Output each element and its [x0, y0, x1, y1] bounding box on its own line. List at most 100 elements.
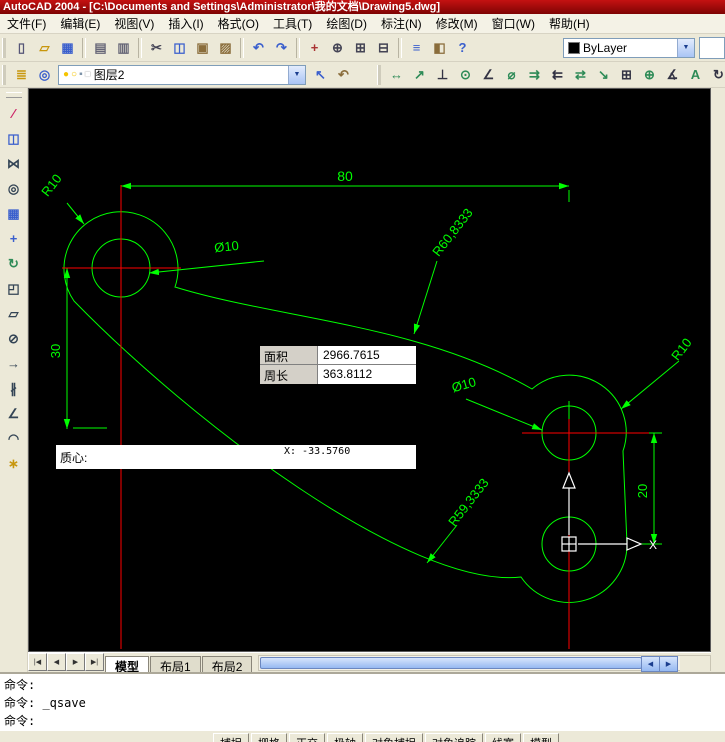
new-button[interactable]: ▯ [10, 36, 33, 59]
offset-button[interactable]: ◎ [2, 177, 25, 200]
pan-button[interactable]: + [303, 36, 326, 59]
dia-left-leader[interactable] [148, 260, 265, 276]
dim-angular-button[interactable]: ∠ [477, 63, 500, 86]
dim-radius-button[interactable]: ⊙ [454, 63, 477, 86]
menu-item[interactable]: 文件(F) [0, 13, 53, 34]
dim-aligned-button[interactable]: ↗ [408, 63, 431, 86]
dim-30-text[interactable]: 30 [48, 344, 63, 358]
title-bar[interactable]: AutoCAD 2004 - [C:\Documents and Setting… [0, 0, 725, 14]
layer-previous-button[interactable]: ↶ [332, 63, 355, 86]
tab-nav-first-button[interactable]: |◀ [28, 653, 47, 671]
layer-states-button[interactable]: ◎ [33, 63, 56, 86]
redo-button[interactable]: ↷ [270, 36, 293, 59]
trim-button[interactable]: ⊘ [2, 327, 25, 350]
command-window[interactable]: 命令: 命令: _qsave 命令: [0, 672, 725, 730]
tab-布局2[interactable]: 布局2 [201, 656, 253, 674]
dia-right-leader[interactable] [465, 398, 543, 431]
scrollbar-thumb[interactable] [260, 657, 642, 669]
chevron-down-icon[interactable]: ▼ [677, 38, 694, 57]
quick-dimension-button[interactable]: ⇉ [523, 63, 546, 86]
radius-r10-tl-text[interactable]: R10 [38, 171, 65, 199]
dimension-text-edit-button[interactable]: A [684, 63, 707, 86]
move-button[interactable]: + [2, 227, 25, 250]
tab-模型[interactable]: 模型 [105, 656, 150, 674]
paste-button[interactable]: ▣ [191, 36, 214, 59]
dim-linear-button[interactable]: ↔ [385, 63, 408, 86]
dim-ordinate-button[interactable]: ⊥ [431, 63, 454, 86]
linetype-control-partial[interactable] [699, 36, 725, 59]
dia-right-text[interactable]: Ø10 [450, 374, 478, 395]
plot-preview-button[interactable]: ▥ [112, 36, 135, 59]
undo-button[interactable]: ↶ [247, 36, 270, 59]
status-toggle-模型[interactable]: 模型 [523, 733, 559, 742]
dim-baseline-button[interactable]: ⇇ [546, 63, 569, 86]
dim-continue-button[interactable]: ⇄ [569, 63, 592, 86]
status-toggle-对象追踪[interactable]: 对象追踪 [425, 733, 483, 742]
fillet-button[interactable]: ◠ [2, 427, 25, 450]
radius-r59-text[interactable]: R59,3333 [445, 475, 492, 529]
drawing-canvas[interactable]: 80 30 20 R10 R60,8333 R10 R59,3333 Ø10 Ø… [28, 88, 711, 652]
plot-button[interactable]: ▤ [89, 36, 112, 59]
status-toggle-正交[interactable]: 正交 [289, 733, 325, 742]
designcenter-button[interactable]: ◧ [428, 36, 451, 59]
open-button[interactable]: ▱ [33, 36, 56, 59]
match-properties-button[interactable]: ▨ [214, 36, 237, 59]
layer-properties-manager-button[interactable]: ≣ [10, 63, 33, 86]
toolbar-drag-handle[interactable] [377, 64, 381, 85]
menu-item[interactable]: 编辑(E) [53, 13, 107, 34]
plate-outline-path[interactable] [63, 211, 628, 603]
menu-item[interactable]: 插入(I) [161, 13, 210, 34]
tab-nav-last-button[interactable]: ▶| [85, 653, 104, 671]
radius-r10-tl-leader[interactable] [66, 202, 85, 225]
mirror-button[interactable]: ⋈ [2, 152, 25, 175]
erase-button[interactable]: ∕ [2, 102, 25, 125]
status-toggle-对象捕捉[interactable]: 对象捕捉 [365, 733, 423, 742]
copy-button[interactable]: ◫ [168, 36, 191, 59]
toolbar-drag-handle[interactable] [2, 64, 6, 85]
break-button[interactable]: ∦ [2, 377, 25, 400]
array-button[interactable]: ▦ [2, 202, 25, 225]
scroll-right-button[interactable]: ▶ [659, 656, 678, 672]
menu-item[interactable]: 窗口(W) [485, 13, 542, 34]
menu-item[interactable]: 修改(M) [429, 13, 485, 34]
radius-r60-text[interactable]: R60,8333 [429, 205, 476, 259]
chevron-down-icon[interactable]: ▼ [288, 65, 305, 84]
copy-object-button[interactable]: ◫ [2, 127, 25, 150]
zoom-previous-button[interactable]: ⊟ [372, 36, 395, 59]
tab-布局1[interactable]: 布局1 [150, 656, 201, 674]
tab-nav-previous-button[interactable]: ◀ [47, 653, 66, 671]
cut-button[interactable]: ✂ [145, 36, 168, 59]
make-object-layer-current-button[interactable]: ↖ [309, 63, 332, 86]
help-button[interactable]: ? [451, 36, 474, 59]
tolerance-button[interactable]: ⊞ [615, 63, 638, 86]
status-toggle-捕捉[interactable]: 捕捉 [213, 733, 249, 742]
menu-item[interactable]: 视图(V) [107, 13, 161, 34]
dim-diameter-button[interactable]: ⌀ [500, 63, 523, 86]
chamfer-button[interactable]: ∠ [2, 402, 25, 425]
stretch-button[interactable]: ▱ [2, 302, 25, 325]
dia-left-text[interactable]: Ø10 [214, 238, 240, 255]
layer-combo[interactable]: ● ○ ▪ ■ 图层2 ▼ [58, 64, 306, 85]
dimension-update-button[interactable]: ↻ [707, 63, 725, 86]
dim-80-text[interactable]: 80 [337, 168, 353, 184]
command-prompt-line[interactable]: 命令: [4, 712, 725, 730]
radius-r59-leader[interactable] [426, 524, 458, 564]
radius-r10-right-text[interactable]: R10 [668, 335, 695, 363]
status-toggle-线宽[interactable]: 线宽 [485, 733, 521, 742]
tab-nav-next-button[interactable]: ▶ [66, 653, 85, 671]
color-control-combo[interactable]: ByLayer ▼ [563, 37, 695, 58]
properties-button[interactable]: ≡ [405, 36, 428, 59]
plate-outline[interactable] [63, 211, 628, 603]
status-toggle-极轴[interactable]: 极轴 [327, 733, 363, 742]
radius-r60-leader[interactable] [413, 260, 438, 335]
menu-item[interactable]: 工具(T) [266, 13, 319, 34]
scale-button[interactable]: ◰ [2, 277, 25, 300]
quick-leader-button[interactable]: ↘ [592, 63, 615, 86]
zoom-realtime-button[interactable]: ⊕ [326, 36, 349, 59]
scroll-left-button[interactable]: ◀ [641, 656, 660, 672]
radius-r10-right-leader[interactable] [620, 360, 680, 410]
horizontal-scrollbar[interactable]: ◀ ▶ [258, 655, 711, 672]
menu-item[interactable]: 格式(O) [211, 13, 266, 34]
toolbar-drag-handle[interactable] [5, 92, 22, 98]
centroid-axes[interactable] [62, 185, 649, 649]
